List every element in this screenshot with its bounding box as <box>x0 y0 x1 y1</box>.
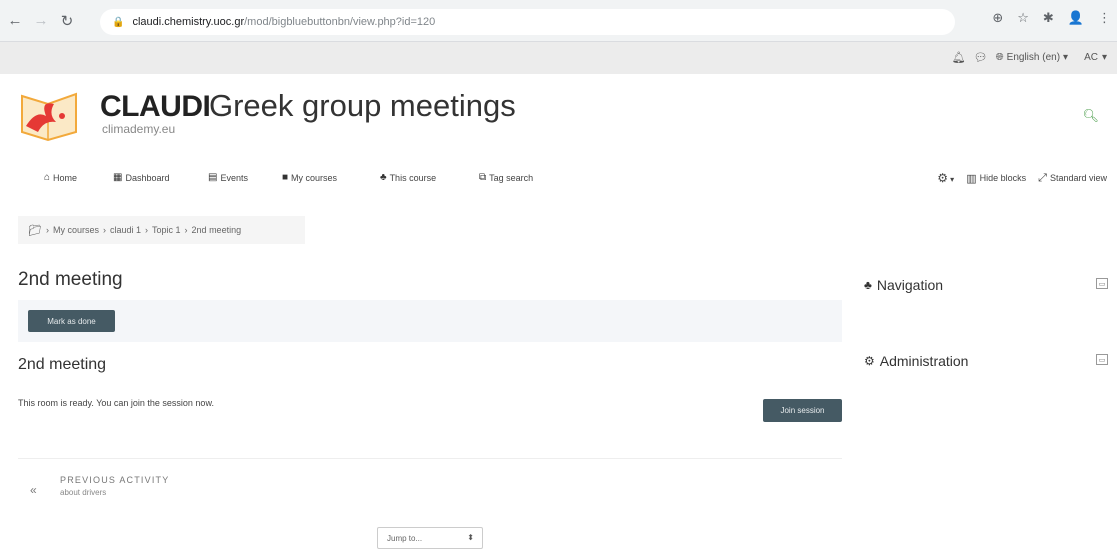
collapse-block-icon[interactable]: ▭ <box>1096 278 1108 289</box>
breadcrumb-current: 2nd meeting <box>191 225 242 235</box>
sitemap-icon: ♣ <box>864 278 872 292</box>
nav-home-label: Home <box>53 172 78 183</box>
calendar-icon: ▤ <box>208 172 218 183</box>
zoom-icon[interactable]: ⊕ <box>992 10 1003 26</box>
forward-icon[interactable]: → <box>30 10 52 32</box>
main-navbar: ⌂ Home ▦ Dashboard ▤ Events ■ My courses… <box>0 168 1117 190</box>
activity-navigation: « PREVIOUS ACTIVITY about drivers <box>18 458 842 516</box>
nav-my-courses-label: My courses <box>291 172 338 183</box>
nav-this-course-label: This course <box>389 172 437 183</box>
sitemap-icon: ♣ <box>380 172 387 183</box>
brand-name: CLAUDI <box>100 90 211 123</box>
brand: CLAUDI climademy.eu <box>100 90 211 136</box>
chevron-down-icon: ▾ <box>947 175 955 184</box>
address-bar[interactable]: 🔒 claudi.chemistry.uoc.gr/mod/bigbluebut… <box>100 9 955 35</box>
administration-block-title: Administration <box>879 353 969 369</box>
settings-menu[interactable]: ⚙ ▾ <box>937 171 954 185</box>
nav-events-label: Events <box>220 172 248 183</box>
section-title: 2nd meeting <box>18 356 107 373</box>
mark-as-done-button[interactable]: Mark as done <box>28 310 115 332</box>
nav-my-courses[interactable]: ■ My courses <box>282 172 337 183</box>
browser-menu-icon[interactable]: ⋮ <box>1098 10 1111 26</box>
nav-tag-search-label: Tag search <box>489 172 534 183</box>
hide-blocks-label: Hide blocks <box>979 173 1027 183</box>
breadcrumb-item[interactable]: My courses <box>53 225 99 235</box>
site-logo[interactable] <box>18 86 80 144</box>
room-status-text: This room is ready. You can join the ses… <box>18 398 214 408</box>
browser-toolbar: ← → ↻ 🔒 claudi.chemistry.uoc.gr/mod/bigb… <box>0 0 1117 42</box>
hide-blocks-icon: ▥ <box>966 172 977 185</box>
language-menu[interactable]: 🌐︎ English (en) ▾ <box>996 52 1068 63</box>
user-bar: 🔔︎ 💬︎ 🌐︎ English (en) ▾ AC ▾ <box>0 42 1117 74</box>
browser-actions: ⊕ ☆ ✱ 👤 ⋮ <box>992 10 1111 26</box>
tags-icon: ⧉ <box>479 172 487 183</box>
breadcrumb-item[interactable]: claudi 1 <box>110 225 141 235</box>
language-label: English (en) <box>1006 52 1061 63</box>
navigation-block: ♣ Navigation ▭ <box>864 274 1108 296</box>
extensions-icon[interactable]: ✱ <box>1043 10 1054 26</box>
nav-tag-search[interactable]: ⧉ Tag search <box>479 172 533 183</box>
chat-icon[interactable]: 💬︎ <box>974 51 988 64</box>
nav-home[interactable]: ⌂ Home <box>44 172 77 183</box>
join-session-button[interactable]: Join session <box>763 399 842 422</box>
user-initials: AC <box>1084 52 1098 63</box>
expand-icon: ⤢ <box>1038 171 1047 184</box>
chevron-left-icon: « <box>30 483 37 497</box>
hide-blocks-link[interactable]: ▥ Hide blocks <box>966 172 1026 185</box>
home-icon: ⌂ <box>44 172 51 183</box>
nav-dashboard-label: Dashboard <box>125 172 170 183</box>
navigation-block-title: Navigation <box>876 277 944 293</box>
dashboard-icon: ▦ <box>113 172 123 183</box>
cogs-icon: ⚙ <box>864 354 875 368</box>
url-host: claudi.chemistry.uoc.gr <box>132 16 245 28</box>
brand-subtitle: climademy.eu <box>102 122 176 136</box>
bell-icon[interactable]: 🔔︎ <box>952 51 966 64</box>
lock-icon: 🔒 <box>112 16 125 28</box>
globe-icon: 🌐︎ <box>995 52 1004 63</box>
site-title: Greek group meetings <box>209 88 516 123</box>
nav-this-course[interactable]: ♣ This course <box>380 172 436 183</box>
nav-events[interactable]: ▤ Events <box>208 172 248 183</box>
administration-block: ⚙ Administration ▭ <box>864 350 1108 372</box>
user-menu[interactable]: AC ▾ <box>1084 52 1107 63</box>
breadcrumb: 📁︎ › My courses › claudi 1 › Topic 1 › 2… <box>18 216 305 244</box>
search-icon[interactable]: 🔍︎ <box>1082 108 1099 124</box>
chevron-down-icon: ▾ <box>1101 52 1107 63</box>
standard-view-label: Standard view <box>1049 173 1107 183</box>
logo-image <box>21 92 77 142</box>
previous-activity-name: about drivers <box>60 488 107 497</box>
profile-icon[interactable]: 👤 <box>1068 10 1084 26</box>
completion-bar: Mark as done <box>18 300 842 342</box>
chevron-down-icon: ▾ <box>1063 52 1069 63</box>
back-icon[interactable]: ← <box>4 10 26 32</box>
briefcase-icon: ■ <box>282 172 289 183</box>
previous-activity-label: PREVIOUS ACTIVITY <box>60 475 170 485</box>
folder-icon[interactable]: 📁︎ <box>28 224 42 237</box>
url-path: /mod/bigbluebuttonbn/view.php?id=120 <box>244 16 436 28</box>
collapse-block-icon[interactable]: ▭ <box>1096 354 1108 365</box>
jump-to-label: Jump to... <box>387 533 423 543</box>
reload-icon[interactable]: ↻ <box>56 10 78 32</box>
bookmark-star-icon[interactable]: ☆ <box>1017 10 1029 26</box>
gear-icon: ⚙ <box>937 171 948 185</box>
nav-dashboard[interactable]: ▦ Dashboard <box>113 172 169 183</box>
jump-to-select[interactable]: Jump to... ⬍ <box>377 527 483 549</box>
page-title: 2nd meeting <box>18 269 123 290</box>
breadcrumb-item[interactable]: Topic 1 <box>152 225 181 235</box>
standard-view-link[interactable]: ⤢ Standard view <box>1038 172 1107 185</box>
chevron-updown-icon: ⬍ <box>467 533 474 542</box>
